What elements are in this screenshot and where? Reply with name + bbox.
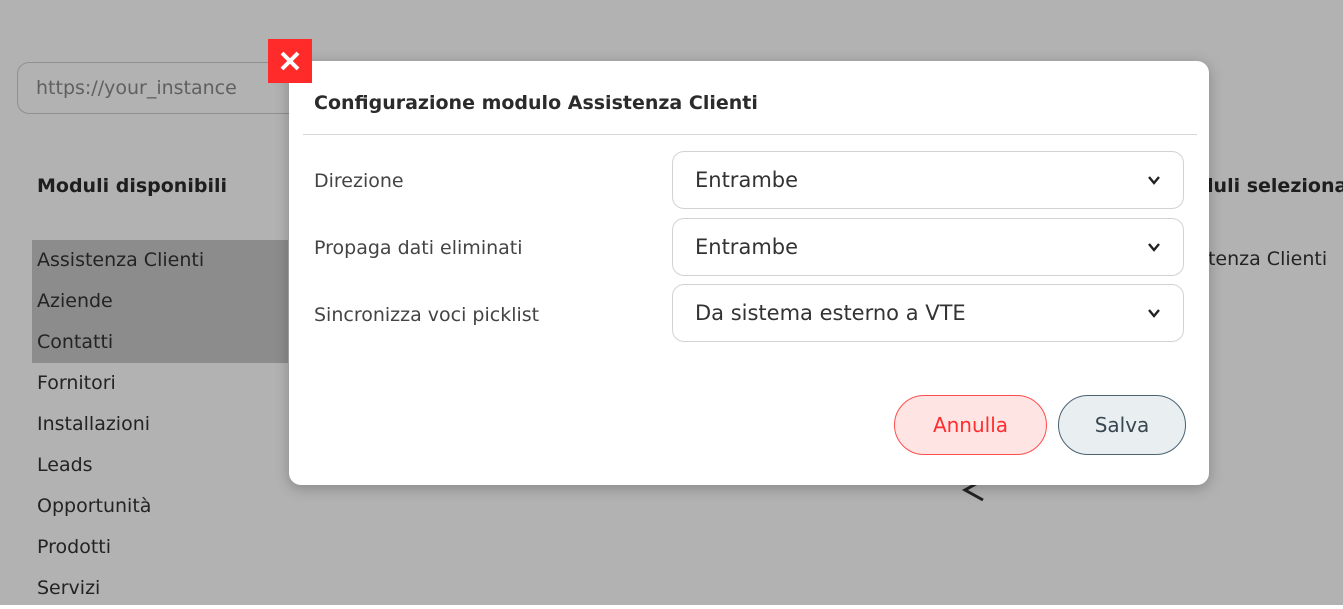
chevron-down-icon xyxy=(1148,309,1160,318)
module-config-dialog: Configurazione modulo Assistenza Clienti… xyxy=(289,61,1209,485)
propagate-deleted-select[interactable]: Entrambe xyxy=(672,218,1184,276)
dialog-divider xyxy=(303,134,1197,135)
dialog-title: Configurazione modulo Assistenza Clienti xyxy=(314,92,758,114)
chevron-down-icon xyxy=(1148,243,1160,252)
propagate-deleted-label: Propaga dati eliminati xyxy=(314,237,523,259)
direction-label: Direzione xyxy=(314,170,404,192)
direction-value: Entrambe xyxy=(695,168,799,192)
sync-picklist-value: Da sistema esterno a VTE xyxy=(695,301,966,325)
direction-select[interactable]: Entrambe xyxy=(672,151,1184,209)
sync-picklist-select[interactable]: Da sistema esterno a VTE xyxy=(672,284,1184,342)
save-button[interactable]: Salva xyxy=(1058,395,1186,455)
propagate-deleted-value: Entrambe xyxy=(695,235,799,259)
chevron-down-icon xyxy=(1148,176,1160,185)
close-icon[interactable] xyxy=(268,39,312,83)
sync-picklist-label: Sincronizza voci picklist xyxy=(314,304,540,326)
cancel-button[interactable]: Annulla xyxy=(894,395,1047,455)
